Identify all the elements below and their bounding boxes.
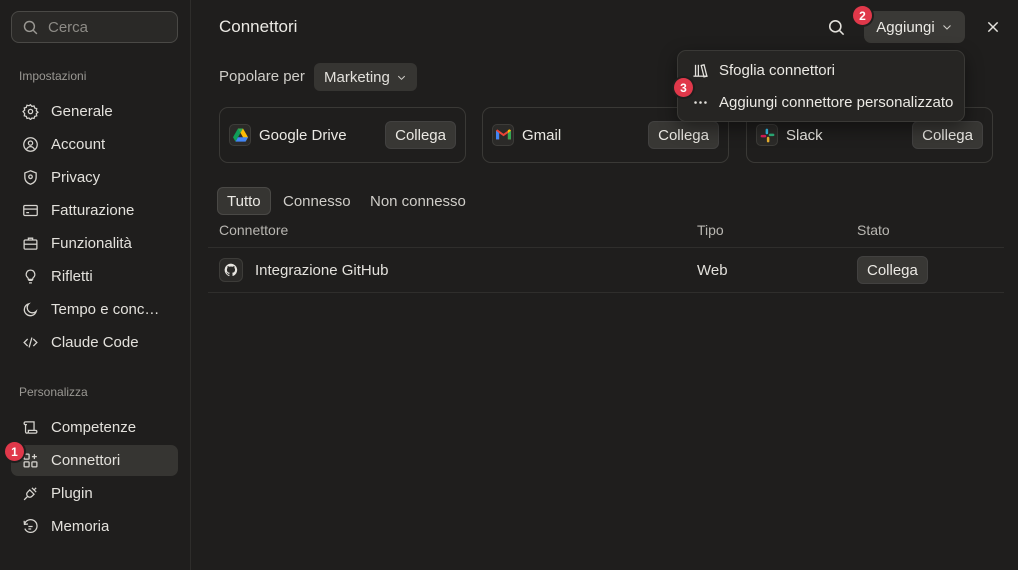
popular-label: Popolare per <box>219 68 305 85</box>
menu-item-add-custom-connector[interactable]: Aggiungi connettore personalizzato <box>678 87 964 117</box>
popular-category-select[interactable]: Marketing <box>314 63 417 91</box>
column-header-type: Tipo <box>697 222 724 238</box>
row-connector-name: Integrazione GitHub <box>255 262 389 279</box>
connect-button[interactable]: Collega <box>912 121 983 149</box>
column-header-connector: Connettore <box>219 222 289 238</box>
lightbulb-icon <box>25 269 36 284</box>
more-horizontal-icon <box>694 100 707 104</box>
chevron-down-icon <box>942 25 951 30</box>
credit-card-icon <box>23 204 38 217</box>
sidebar-item-funzionalita[interactable]: Funzionalità <box>11 228 178 259</box>
popular-selected-value: Marketing <box>324 68 390 86</box>
sidebar-item-privacy[interactable]: Privacy <box>11 162 178 193</box>
add-button-label: Aggiungi <box>876 18 935 36</box>
sidebar-item-account[interactable]: Account <box>11 129 178 160</box>
briefcase-icon <box>23 237 38 250</box>
sidebar-item-label: Fatturazione <box>51 202 135 219</box>
section-label-settings: Impostazioni <box>19 69 87 83</box>
step-marker-1: 1 <box>5 442 24 461</box>
sidebar-item-label: Connettori <box>51 452 121 469</box>
google-drive-icon <box>229 124 251 146</box>
sidebar-item-generale[interactable]: Generale <box>11 96 178 127</box>
sidebar-item-memoria[interactable]: Memoria <box>11 511 178 542</box>
sidebar-item-label: Generale <box>51 103 113 120</box>
shield-icon <box>24 170 37 185</box>
gear-icon <box>22 103 39 120</box>
scroll-icon <box>23 421 38 434</box>
connect-button[interactable]: Collega <box>648 121 719 149</box>
add-button[interactable]: Aggiungi <box>864 11 965 43</box>
code-icon <box>23 337 38 348</box>
close-icon <box>987 21 999 33</box>
search-icon <box>828 19 844 35</box>
sidebar-item-tempo[interactable]: Tempo e conce… <box>11 294 178 325</box>
sidebar-item-label: Competenze <box>51 419 137 436</box>
table-divider <box>208 292 1004 293</box>
memory-icon <box>23 518 38 533</box>
sidebar-item-label: Tempo e conce… <box>51 301 166 318</box>
moon-icon <box>23 302 38 317</box>
sidebar-item-label: Memoria <box>51 518 110 535</box>
chevron-down-icon <box>397 75 405 80</box>
sidebar-item-label: Account <box>51 136 106 153</box>
menu-item-label: Aggiungi connettore personalizzato <box>719 93 954 111</box>
search-button[interactable] <box>824 15 848 39</box>
library-icon <box>693 63 708 78</box>
user-circle-icon <box>23 137 38 152</box>
sidebar-item-competenze[interactable]: Competenze <box>11 412 178 443</box>
tab-connected[interactable]: Connesso <box>274 187 360 215</box>
gmail-icon <box>492 124 514 146</box>
sidebar-item-claude-code[interactable]: Claude Code <box>11 327 178 358</box>
plug-icon <box>23 487 37 501</box>
sidebar-item-connettori[interactable]: Connettori <box>11 445 178 476</box>
step-marker-3: 3 <box>674 78 693 97</box>
menu-item-browse-connectors[interactable]: Sfoglia connettori <box>678 55 964 85</box>
row-connect-button[interactable]: Collega <box>857 256 928 284</box>
connector-name: Google Drive <box>259 126 347 144</box>
search-icon <box>23 20 38 34</box>
add-dropdown-menu: Sfoglia connettori Aggiungi connettore p… <box>677 50 965 122</box>
connect-button[interactable]: Collega <box>385 121 456 149</box>
table-divider <box>208 247 1004 248</box>
section-label-personalize: Personalizza <box>19 385 88 399</box>
close-button[interactable] <box>982 16 1004 38</box>
row-connector-type: Web <box>697 262 728 279</box>
sidebar-item-label: Privacy <box>51 169 101 186</box>
search-input[interactable] <box>48 18 158 36</box>
column-header-status: Stato <box>857 222 890 238</box>
connector-name: Slack <box>786 126 823 144</box>
tab-all[interactable]: Tutto <box>217 187 271 215</box>
connector-card-google-drive: Google Drive Collega <box>219 107 466 163</box>
sidebar-item-rifletti[interactable]: Rifletti <box>11 261 178 292</box>
connector-name: Gmail <box>522 126 562 144</box>
github-icon <box>219 258 243 282</box>
page-title: Connettori <box>219 17 298 36</box>
sidebar-item-fatturazione[interactable]: Fatturazione <box>11 195 178 226</box>
sidebar-item-label: Plugin <box>51 485 93 502</box>
sidebar-item-label: Funzionalità <box>51 235 132 252</box>
sidebar-item-label: Rifletti <box>51 268 93 285</box>
step-marker-2: 2 <box>853 6 872 25</box>
menu-item-label: Sfoglia connettori <box>719 61 835 79</box>
sidebar-item-plugin[interactable]: Plugin <box>11 478 178 509</box>
tab-not-connected[interactable]: Non connesso <box>361 187 475 215</box>
sidebar: Impostazioni Generale Account Privacy Fa… <box>0 0 191 570</box>
slack-icon <box>756 124 778 146</box>
search-box[interactable] <box>11 11 178 43</box>
sidebar-item-label: Claude Code <box>51 334 139 351</box>
grid-plus-icon <box>23 453 38 468</box>
